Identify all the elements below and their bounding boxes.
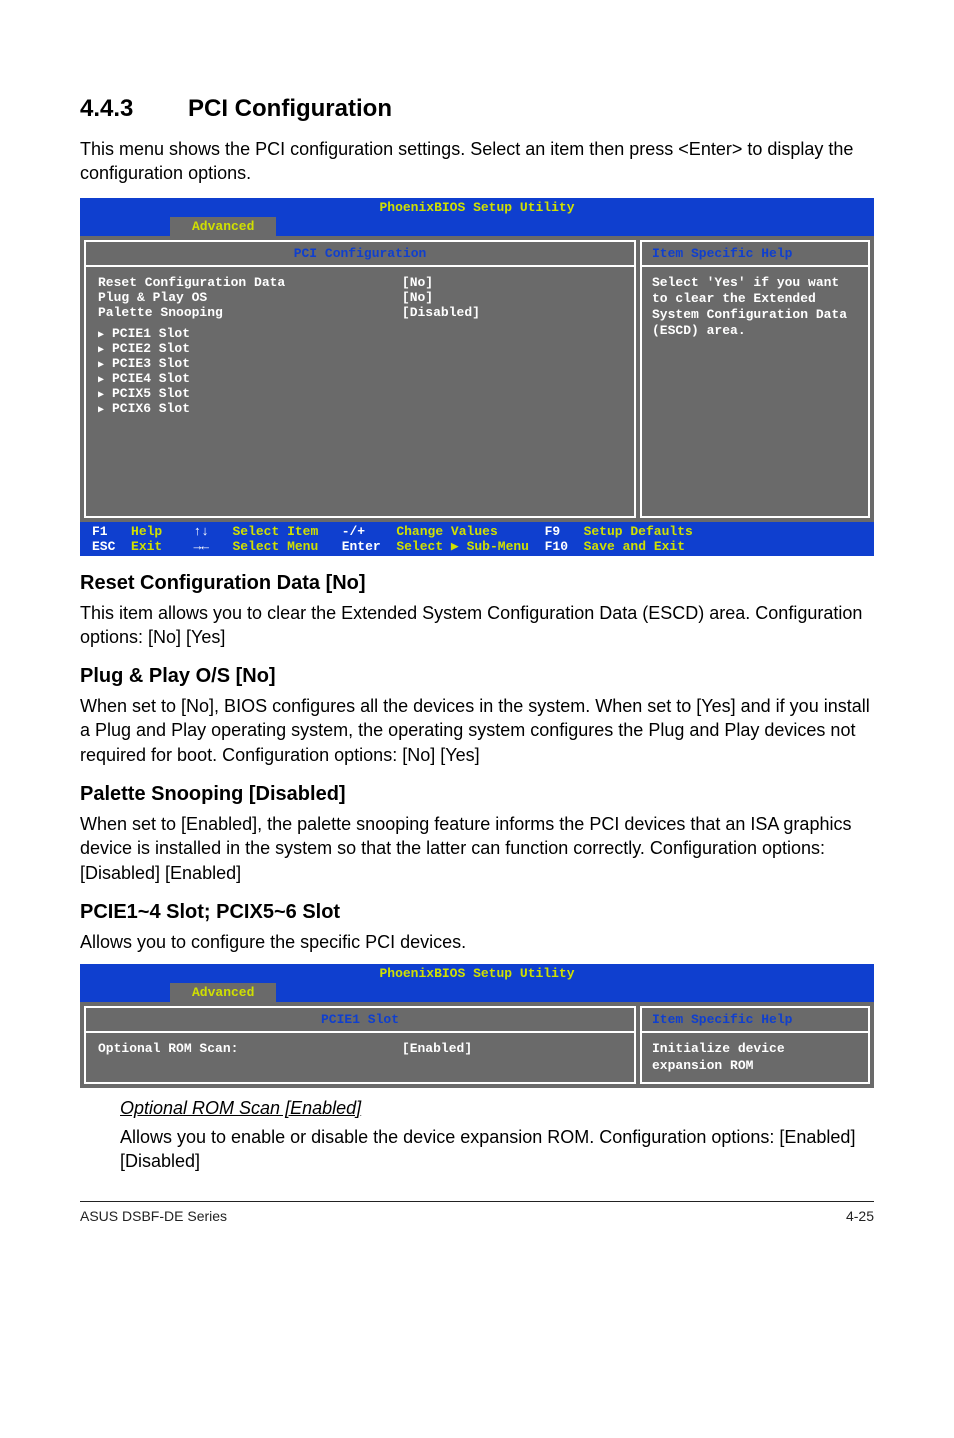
bios-left-pane: PCI Configuration Reset Configuration Da…: [84, 240, 636, 518]
act-select-menu: Select Menu: [232, 539, 318, 554]
section-number: 4.4.3: [80, 95, 188, 123]
act-change: Change Values: [396, 524, 497, 539]
bios-left-header: PCIE1 Slot: [86, 1008, 634, 1033]
bios-slot[interactable]: PCIE2 Slot: [98, 341, 402, 356]
bios-help-pane: Item Specific Help Select 'Yes' if you w…: [640, 240, 870, 518]
bios-value-reset: [No]: [402, 275, 622, 290]
bios-slot[interactable]: PCIX6 Slot: [98, 401, 402, 416]
bios-left-pane: PCIE1 Slot Optional ROM Scan: [Enabled]: [84, 1006, 636, 1084]
bios-title: PhoenixBIOS Setup Utility: [80, 964, 874, 983]
act-submenu: Select ▶ Sub-Menu: [396, 539, 529, 554]
key-enter: Enter: [342, 539, 381, 554]
para-reset: This item allows you to clear the Extend…: [80, 601, 874, 650]
act-defaults: Setup Defaults: [584, 524, 693, 539]
para-palette: When set to [Enabled], the palette snoop…: [80, 812, 874, 885]
footer-right: 4-25: [846, 1208, 874, 1224]
section-heading: 4.4.3PCI Configuration: [80, 95, 874, 123]
bios-slot[interactable]: PCIX5 Slot: [98, 386, 402, 401]
bios-help-text: Initialize device expansion ROM: [642, 1033, 868, 1082]
para-optional-rom: Allows you to enable or disable the devi…: [120, 1125, 874, 1174]
bios-item-palette[interactable]: Palette Snooping: [98, 305, 402, 320]
para-slot: Allows you to configure the specific PCI…: [80, 930, 874, 954]
key-esc: ESC: [92, 539, 115, 554]
key-f1: F1: [92, 524, 108, 539]
key-updown: ↑↓: [193, 524, 209, 539]
bios-help-pane: Item Specific Help Initialize device exp…: [640, 1006, 870, 1084]
footer-left: ASUS DSBF-DE Series: [80, 1208, 227, 1224]
key-f10: F10: [545, 539, 568, 554]
section-intro: This menu shows the PCI configuration se…: [80, 137, 874, 186]
key-plusminus: -/+: [342, 524, 365, 539]
bios-value-palette: [Disabled]: [402, 305, 622, 320]
bios-left-header: PCI Configuration: [86, 242, 634, 267]
heading-reset: Reset Configuration Data [No]: [80, 572, 874, 595]
bios-value-plug: [No]: [402, 290, 622, 305]
act-select-item: Select Item: [232, 524, 318, 539]
section-title: PCI Configuration: [188, 95, 392, 122]
key-leftright: →←: [193, 539, 209, 554]
bios-screen-pci-config: PhoenixBIOS Setup Utility Advanced PCI C…: [80, 198, 874, 556]
bios-item-romscan[interactable]: Optional ROM Scan:: [98, 1041, 402, 1056]
bios-slot[interactable]: PCIE1 Slot: [98, 326, 402, 341]
heading-slot: PCIE1~4 Slot; PCIX5~6 Slot: [80, 901, 874, 924]
act-exit: Exit: [131, 539, 162, 554]
bios-item-plug[interactable]: Plug & Play OS: [98, 290, 402, 305]
key-f9: F9: [545, 524, 561, 539]
bios-footer: F1 Help ↑↓ Select Item -/+ Change Values…: [80, 522, 874, 556]
bios-slot[interactable]: PCIE3 Slot: [98, 356, 402, 371]
para-plug: When set to [No], BIOS configures all th…: [80, 694, 874, 767]
bios-title: PhoenixBIOS Setup Utility: [80, 198, 874, 217]
bios-item-reset[interactable]: Reset Configuration Data: [98, 275, 402, 290]
act-help: Help: [131, 524, 162, 539]
bios-tab-advanced[interactable]: Advanced: [170, 983, 276, 1002]
heading-palette: Palette Snooping [Disabled]: [80, 783, 874, 806]
bios-help-header: Item Specific Help: [642, 1008, 868, 1033]
bios-screen-pcie1: PhoenixBIOS Setup Utility Advanced PCIE1…: [80, 964, 874, 1088]
bios-tabs: Advanced: [80, 983, 874, 1002]
bios-tab-advanced[interactable]: Advanced: [170, 217, 276, 236]
bios-help-text: Select 'Yes' if you want to clear the Ex…: [642, 267, 868, 348]
bios-tabs: Advanced: [80, 217, 874, 236]
page-footer: ASUS DSBF-DE Series 4-25: [80, 1201, 874, 1224]
bios-value-romscan: [Enabled]: [402, 1041, 622, 1056]
act-save: Save and Exit: [584, 539, 685, 554]
heading-plug: Plug & Play O/S [No]: [80, 665, 874, 688]
bios-help-header: Item Specific Help: [642, 242, 868, 267]
heading-optional-rom: Optional ROM Scan [Enabled]: [120, 1098, 874, 1119]
bios-slot[interactable]: PCIE4 Slot: [98, 371, 402, 386]
